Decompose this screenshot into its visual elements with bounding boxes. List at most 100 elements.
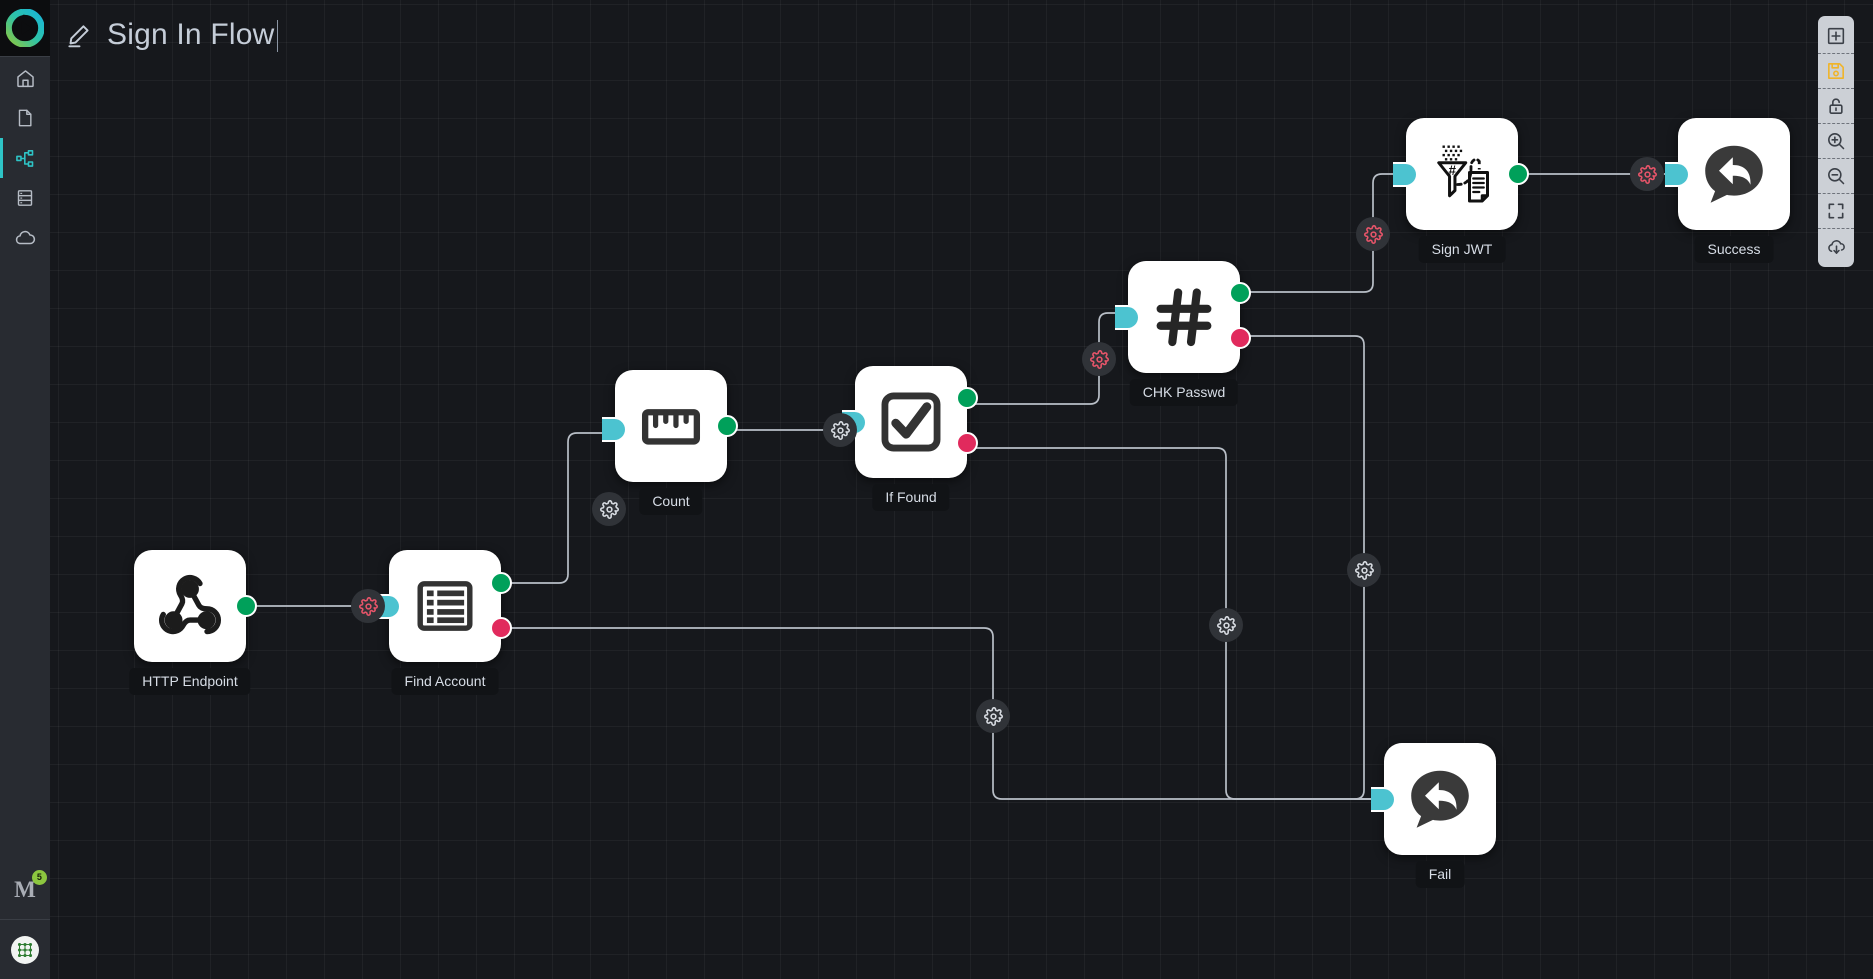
input-port[interactable] [1115,305,1140,330]
zoom-out-icon [1828,168,1845,185]
user-avatar-button[interactable] [0,920,50,979]
edge-gear-iffound-chk[interactable] [1082,342,1116,376]
zoom-in-icon [1828,133,1845,150]
edge-find-to-fail [503,627,1431,803]
node-count[interactable]: Count [602,370,738,515]
input-port[interactable] [602,417,627,442]
edge-gear-find-fail[interactable] [976,699,1010,733]
list-records-icon [417,581,473,631]
node-body[interactable] [376,550,512,662]
sidebar-bottom: M5 [0,860,50,979]
document-icon [18,109,32,127]
node-if-found[interactable]: If Found [842,366,978,511]
node-http-endpoint[interactable]: HTTP Endpoint [129,550,257,695]
flow-title-bar: Sign In Flow [66,14,279,56]
node-label: Fail [1415,861,1465,888]
checkbox-check-icon [881,392,941,452]
node-body[interactable] [134,550,257,662]
plus-box-icon [1827,27,1845,45]
output-port-ok[interactable] [1507,163,1529,185]
node-body[interactable] [1115,261,1251,373]
cloud-icon [15,230,36,245]
node-fail[interactable]: Fail [1371,743,1496,888]
gear-icon [1089,349,1109,369]
output-port-error[interactable] [956,432,978,454]
sidebar-item-home[interactable] [0,58,50,98]
zoom-in-button[interactable] [1818,124,1854,159]
zoom-out-button[interactable] [1818,159,1854,194]
input-port[interactable] [1393,162,1418,187]
gear-icon [983,706,1003,726]
fit-to-screen-button[interactable] [1818,194,1854,229]
node-chk-passwd[interactable]: CHK Passwd [1115,261,1251,406]
avatar-pattern-icon [17,942,33,957]
node-body[interactable] [842,366,978,478]
edge-gear-chk-jwt[interactable] [1356,217,1390,251]
svg-text:#: # [1448,163,1456,178]
gear-icon [1363,224,1383,244]
output-port-ok[interactable] [235,595,257,617]
save-button[interactable] [1818,54,1854,89]
app-logo[interactable] [0,0,50,57]
marketplace-glyph: M5 [14,870,47,901]
lock-canvas-button[interactable] [1818,89,1854,124]
node-body[interactable] [1665,118,1790,230]
sidebar-item-files[interactable] [0,98,50,138]
edge-gear-chk-fail[interactable] [1347,553,1381,587]
output-port-ok[interactable] [1229,282,1251,304]
edge-gear-count-iffound[interactable] [823,413,857,447]
node-success[interactable]: Success [1665,118,1790,263]
play-logo-icon [6,9,44,47]
sidebar-item-database[interactable] [0,178,50,218]
edge-chk-to-fail [1242,335,1431,803]
pencil-edit-icon[interactable] [66,22,93,49]
fit-screen-icon [1828,203,1844,219]
input-port[interactable] [1371,787,1396,812]
node-label: Find Account [391,668,499,695]
node-body[interactable]: # [1393,118,1529,230]
flow-canvas[interactable]: HTTP Endpoint Find Account Count If Foun… [50,0,1873,979]
floppy-save-icon [1828,63,1844,79]
node-sign-jwt[interactable]: # Sign JWT [1393,118,1529,263]
canvas-toolbar [1818,16,1854,267]
home-icon [16,69,34,87]
gear-icon [1637,164,1657,184]
node-label: Count [639,488,703,515]
avatar [11,935,39,964]
edge-gear-http-find[interactable] [351,589,385,623]
gear-icon [1216,615,1236,635]
download-button[interactable] [1818,229,1854,264]
marketplace-badge: 5 [31,870,47,885]
unlock-padlock-icon [1829,98,1843,114]
jwt-sign-icon: # [1437,145,1489,203]
edge-gear-iffound-fail[interactable] [1209,608,1243,642]
flow-title-input[interactable]: Sign In Flow [107,18,279,52]
marketplace-button[interactable]: M5 [0,860,50,920]
output-port-ok[interactable] [956,387,978,409]
node-body[interactable] [602,370,738,482]
edge-gear-find-count[interactable] [592,492,626,526]
flow-editor-window: HTTP Endpoint Find Account Count If Foun… [0,0,1873,979]
node-label: If Found [872,484,950,511]
sidebar-item-flows[interactable] [0,138,50,178]
output-port-ok[interactable] [490,572,512,594]
output-port-error[interactable] [490,617,512,639]
node-find-account[interactable]: Find Account [376,550,512,695]
sidebar-item-cloud[interactable] [0,218,50,258]
output-port-ok[interactable] [716,415,738,437]
edge-gear-jwt-success[interactable] [1630,157,1664,191]
add-node-button[interactable] [1818,19,1854,54]
ruler-icon [641,409,701,445]
hash-icon [1156,288,1212,347]
gear-icon [599,499,619,519]
gear-icon [358,596,378,616]
database-icon [17,190,33,206]
input-port[interactable] [1665,162,1690,187]
node-label: CHK Passwd [1129,379,1239,406]
left-sidebar: M5 [0,0,50,979]
reply-bubble-icon [1705,145,1763,203]
edge-layer [246,170,1681,803]
output-port-error[interactable] [1229,327,1251,349]
node-body[interactable] [1371,743,1496,855]
node-label: Sign JWT [1418,236,1506,263]
